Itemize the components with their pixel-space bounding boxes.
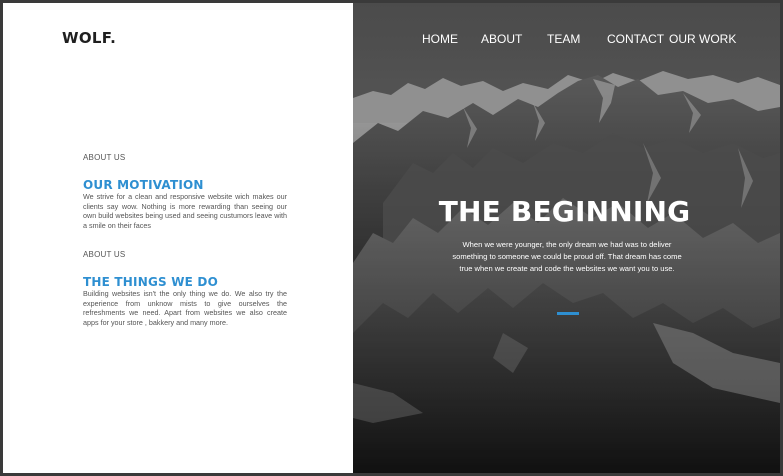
left-panel: WOLF. ABOUT US OUR MOTIVATION We strive … (3, 3, 353, 473)
hero-text: When we were younger, the only dream we … (452, 240, 682, 273)
nav-item-home[interactable]: HOME (422, 32, 458, 46)
main-nav: HOME ABOUT TEAM CONTACT OUR WORK (353, 32, 780, 50)
section-label-about-us-2: ABOUT US (83, 250, 126, 259)
section-heading-motivation: OUR MOTIVATION (83, 178, 204, 192)
page-frame: WOLF. ABOUT US OUR MOTIVATION We strive … (0, 0, 783, 476)
nav-item-team[interactable]: TEAM (547, 32, 580, 46)
nav-item-about[interactable]: ABOUT (481, 32, 522, 46)
section-text-things-we-do: Building websites isn't the only thing w… (83, 289, 287, 328)
section-heading-things-we-do: THE THINGS WE DO (83, 275, 218, 289)
hero-section: HOME ABOUT TEAM CONTACT OUR WORK THE BEG… (353, 3, 780, 473)
section-label-about-us: ABOUT US (83, 153, 126, 162)
section-text-motivation: We strive for a clean and responsive web… (83, 192, 287, 231)
hero-accent-bar (557, 312, 579, 315)
nav-item-our-work[interactable]: OUR WORK (669, 32, 736, 46)
nav-item-contact[interactable]: CONTACT (607, 32, 664, 46)
hero-title: THE BEGINNING (438, 195, 691, 228)
logo[interactable]: WOLF. (62, 29, 116, 47)
mountain-background-image (353, 3, 780, 473)
